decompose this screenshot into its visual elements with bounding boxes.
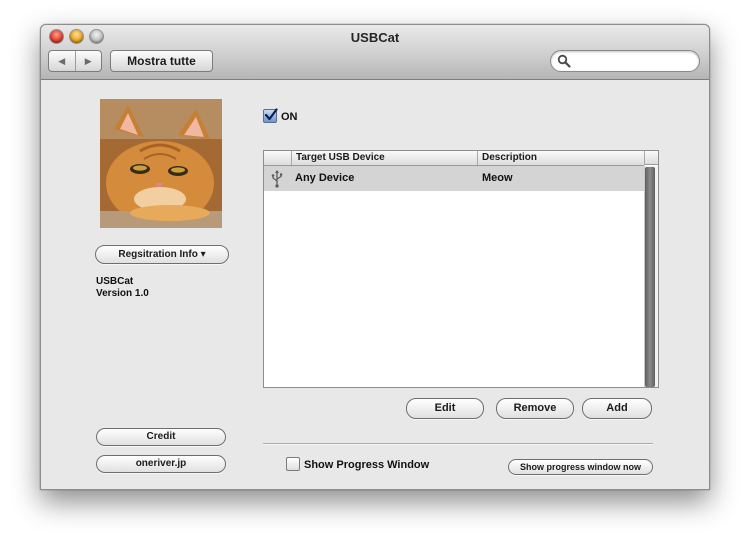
cell-target-usb-device: Any Device	[295, 172, 355, 184]
edit-button[interactable]: Edit	[406, 398, 484, 419]
table-scrollbar-thumb[interactable]	[645, 167, 655, 387]
usb-icon	[271, 170, 283, 188]
cell-description: Meow	[482, 172, 513, 184]
section-divider	[263, 443, 653, 445]
preferences-window: USBCat ◀ ▶ Mostra tutte Regsitration Inf…	[40, 24, 710, 490]
table-header-corner	[644, 151, 658, 165]
column-header-target-usb-device[interactable]: Target USB Device	[292, 151, 478, 165]
add-button[interactable]: Add	[582, 398, 652, 419]
checkmark-icon	[264, 108, 278, 121]
show-progress-window-label: Show Progress Window	[304, 459, 430, 471]
show-progress-window-checkbox[interactable]	[286, 457, 300, 471]
on-label: ON	[281, 111, 298, 123]
table-header: Target USB Device Description	[264, 151, 644, 166]
on-checkbox[interactable]	[263, 108, 278, 123]
back-button[interactable]: ◀	[49, 51, 76, 71]
column-header-icon[interactable]	[264, 151, 292, 165]
remove-button[interactable]: Remove	[496, 398, 574, 419]
cat-photo	[100, 99, 222, 228]
app-version: Version 1.0	[96, 288, 149, 299]
usb-device-table: Target USB Device Description Any Device…	[263, 150, 659, 388]
search-icon	[557, 54, 571, 68]
column-header-description[interactable]: Description	[478, 151, 644, 165]
registration-info-button[interactable]: Regsitration Info ▾	[95, 245, 229, 264]
show-all-button[interactable]: Mostra tutte	[110, 50, 213, 72]
preferences-content: Regsitration Info ▾ USBCat Version 1.0 C…	[41, 80, 709, 489]
show-progress-window-now-button[interactable]: Show progress window now	[508, 459, 653, 475]
credit-button[interactable]: Credit	[96, 428, 226, 446]
website-button[interactable]: oneriver.jp	[96, 455, 226, 473]
back-forward-control: ◀ ▶	[48, 50, 102, 72]
window-title: USBCat	[350, 30, 400, 45]
table-row[interactable]: Any Device Meow	[264, 166, 644, 191]
app-name: USBCat	[96, 276, 134, 287]
search-field[interactable]	[550, 50, 700, 72]
window-toolbar: USBCat ◀ ▶ Mostra tutte	[41, 25, 709, 80]
forward-button[interactable]: ▶	[76, 51, 102, 71]
